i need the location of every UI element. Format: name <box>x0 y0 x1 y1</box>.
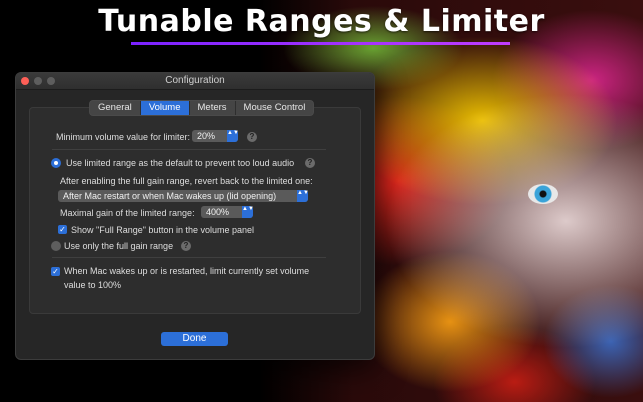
wake-limit-label: When Mac wakes up or is restarted, limit… <box>64 266 310 276</box>
min-limiter-label: Minimum volume value for limiter: <box>56 132 191 142</box>
tab-mouse-control[interactable]: Mouse Control <box>236 101 314 115</box>
max-gain-select[interactable]: 400% ▲▼ <box>201 206 254 218</box>
separator <box>52 257 326 258</box>
background-eye <box>528 184 558 204</box>
wake-limit-checkbox[interactable]: ✓ <box>51 267 60 276</box>
help-icon[interactable]: ? <box>305 158 315 168</box>
revert-value: After Mac restart or when Mac wakes up (… <box>63 191 277 201</box>
headline: Tunable Ranges & Limiter <box>98 4 545 39</box>
tab-meters[interactable]: Meters <box>190 101 236 115</box>
show-full-range-checkbox[interactable]: ✓ <box>58 225 67 234</box>
tab-general[interactable]: General <box>90 101 141 115</box>
window-title: Configuration <box>165 75 225 86</box>
volume-panel: Minimum volume value for limiter: 20% ▲▼… <box>29 107 361 314</box>
stepper-arrows-icon: ▲▼ <box>227 130 239 142</box>
revert-label: After enabling the full gain range, reve… <box>60 176 313 186</box>
tab-volume[interactable]: Volume <box>140 101 190 115</box>
help-icon[interactable]: ? <box>247 132 257 142</box>
title-bar[interactable]: Configuration <box>16 73 374 90</box>
limited-default-label: Use limited range as the default to prev… <box>66 158 295 168</box>
headline-underline <box>131 42 510 45</box>
max-gain-value: 400% <box>206 207 230 217</box>
help-icon[interactable]: ? <box>181 241 191 251</box>
max-gain-label: Maximal gain of the limited range: <box>60 208 195 218</box>
full-gain-only-label: Use only the full gain range <box>64 241 174 251</box>
stepper-arrows-icon: ▲▼ <box>242 206 254 218</box>
tab-bar: General Volume Meters Mouse Control <box>89 100 315 116</box>
min-limiter-select[interactable]: 20% ▲▼ <box>192 130 239 142</box>
show-full-range-label: Show "Full Range" button in the volume p… <box>71 225 255 235</box>
separator <box>52 149 326 150</box>
revert-select[interactable]: After Mac restart or when Mac wakes up (… <box>58 190 309 202</box>
wake-limit-label-continued: value to 100% <box>64 280 122 290</box>
limited-default-radio[interactable] <box>51 158 61 168</box>
done-button[interactable]: Done <box>161 332 228 346</box>
select-arrows-icon: ▲▼ <box>297 190 309 202</box>
configuration-window: Configuration General Volume Meters Mous… <box>15 72 375 360</box>
full-gain-only-radio[interactable] <box>51 241 61 251</box>
min-limiter-value: 20% <box>197 131 216 141</box>
